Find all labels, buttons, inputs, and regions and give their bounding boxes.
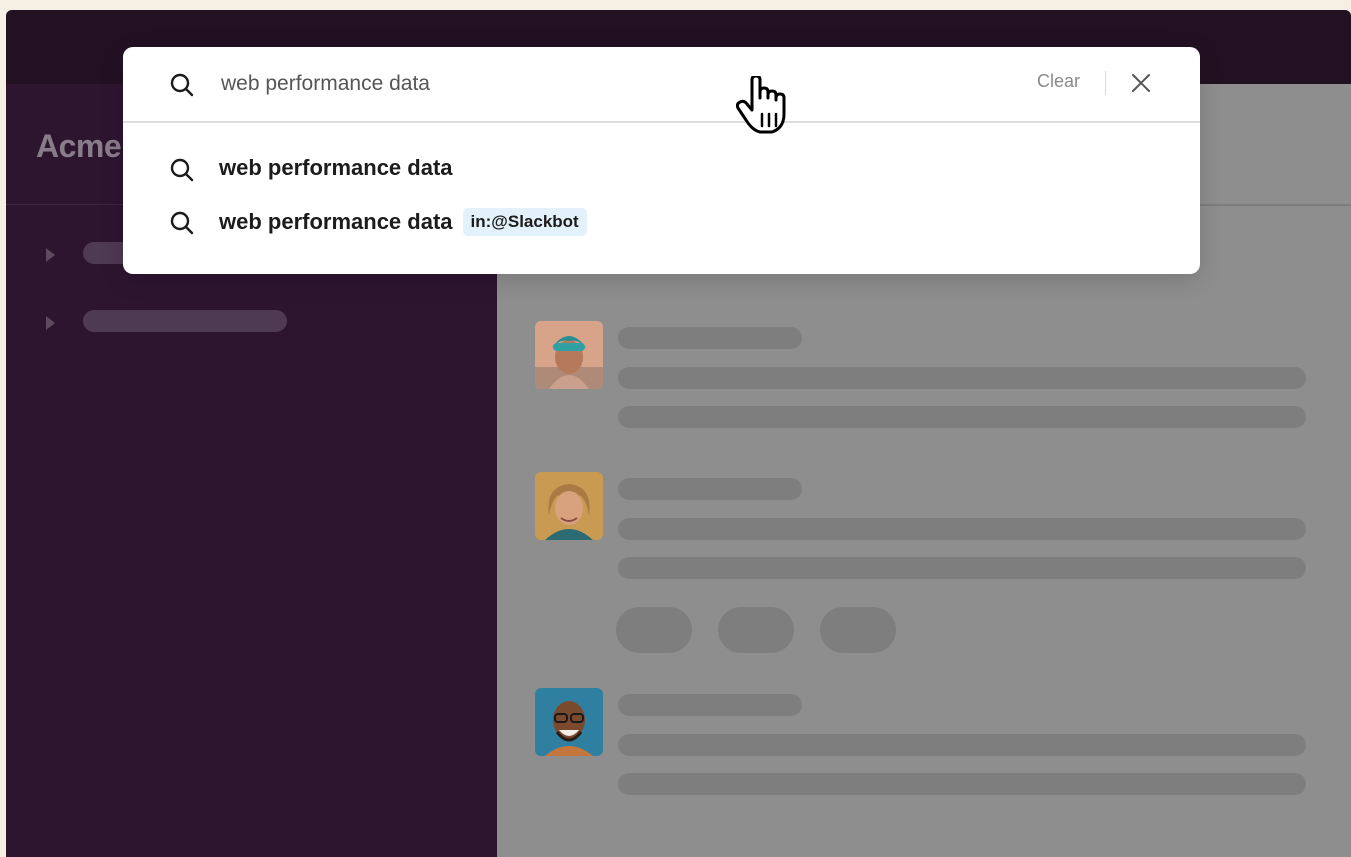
message-line-placeholder xyxy=(618,773,1306,795)
search-suggestion[interactable]: web performance data xyxy=(123,147,1200,191)
avatar[interactable] xyxy=(535,321,603,389)
avatar[interactable] xyxy=(535,472,603,540)
sidebar-label-placeholder xyxy=(83,310,287,332)
suggestion-text: web performance data xyxy=(219,155,453,180)
caret-right-icon[interactable] xyxy=(46,316,55,330)
search-icon xyxy=(169,157,195,183)
search-bar: Clear xyxy=(123,47,1200,123)
reaction-placeholder[interactable] xyxy=(718,607,794,653)
close-icon[interactable] xyxy=(1127,69,1155,97)
message-author-placeholder xyxy=(618,478,802,500)
divider xyxy=(1105,71,1106,95)
message-author-placeholder xyxy=(618,694,802,716)
search-input[interactable] xyxy=(219,67,823,101)
search-icon xyxy=(169,210,195,236)
avatar[interactable] xyxy=(535,688,603,756)
avatar-photo xyxy=(535,321,603,389)
hand-pointer-cursor-icon xyxy=(736,76,786,134)
search-suggestion[interactable]: web performance data in:@Slackbot xyxy=(123,200,1200,244)
avatar-photo xyxy=(535,688,603,756)
suggestion-text: web performance data xyxy=(219,209,453,234)
filter-badge: in:@Slackbot xyxy=(462,208,587,236)
reaction-placeholder[interactable] xyxy=(820,607,896,653)
reaction-placeholder[interactable] xyxy=(616,607,692,653)
suggestion-text-with-filter: web performance data in:@Slackbot xyxy=(219,208,587,236)
message-line-placeholder xyxy=(618,518,1306,540)
clear-button[interactable]: Clear xyxy=(1037,71,1080,92)
search-icon xyxy=(169,72,195,98)
message-author-placeholder xyxy=(618,327,802,349)
workspace-name[interactable]: Acme xyxy=(36,128,122,165)
caret-right-icon[interactable] xyxy=(46,248,55,262)
search-panel: Clear web performance data web performan… xyxy=(123,47,1200,274)
message-line-placeholder xyxy=(618,406,1306,428)
message-line-placeholder xyxy=(618,367,1306,389)
sidebar-section-placeholder[interactable] xyxy=(6,310,497,334)
avatar-photo xyxy=(535,472,603,540)
message-line-placeholder xyxy=(618,557,1306,579)
message-line-placeholder xyxy=(618,734,1306,756)
